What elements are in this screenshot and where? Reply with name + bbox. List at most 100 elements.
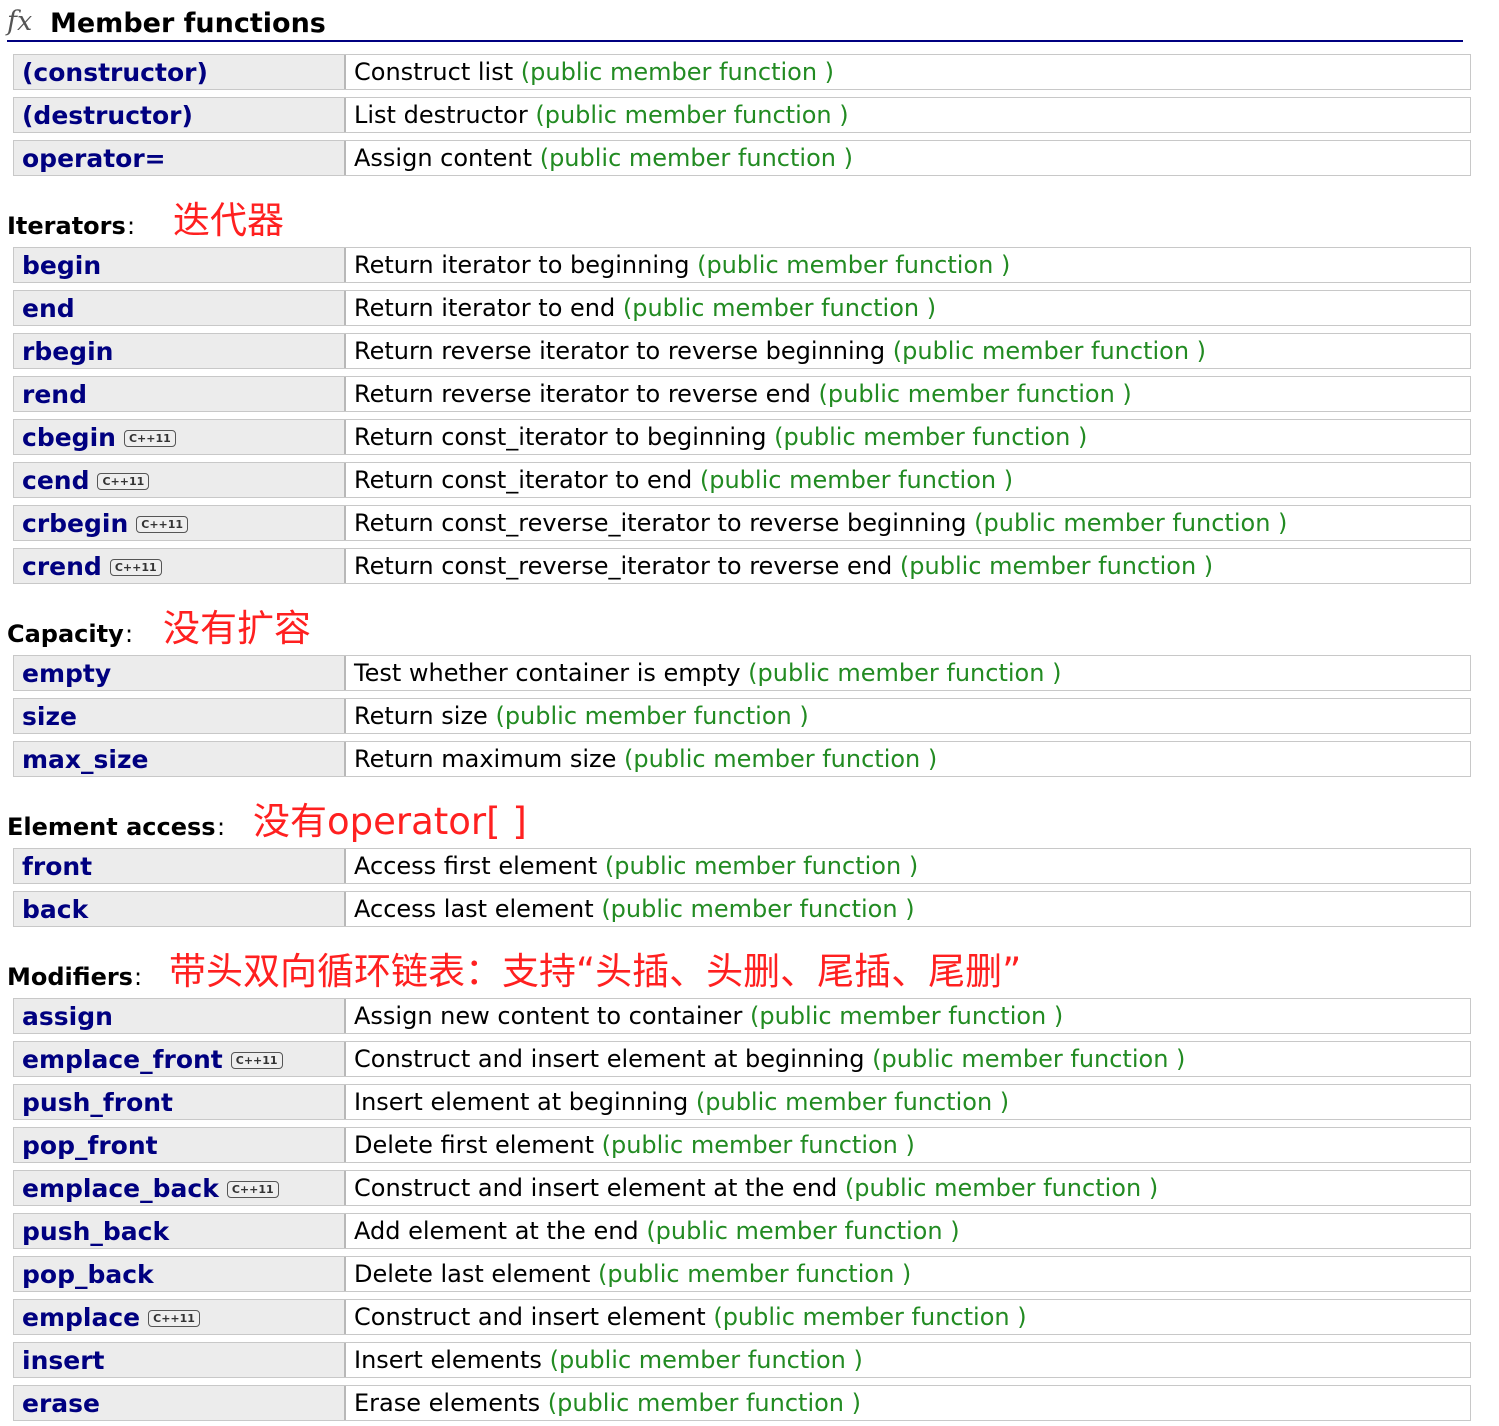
- description-text: Construct and insert element at beginnin…: [354, 1045, 865, 1073]
- table-row: emplace_front C++11 Construct and insert e…: [13, 1041, 1471, 1077]
- table-row: end Return iterator to end (public member…: [13, 290, 1471, 326]
- function-name: emplace_front: [22, 1045, 223, 1074]
- cpp11-badge-icon: C++11: [136, 516, 189, 533]
- function-description: Insert element at beginning (public memb…: [354, 1085, 1009, 1117]
- function-description: Access first element (public member func…: [354, 849, 918, 881]
- function-name-link[interactable]: insert: [14, 1343, 346, 1377]
- description-text: Return const_reverse_iterator to reverse…: [354, 509, 967, 537]
- function-description: Construct and insert element (public mem…: [354, 1300, 1027, 1332]
- section-label: Iterators: [7, 212, 126, 240]
- function-name: crend: [22, 552, 102, 581]
- function-name: crbegin: [22, 509, 129, 538]
- member-kind-label: (public member function ): [622, 294, 937, 322]
- page-title: Member functions: [50, 8, 326, 39]
- member-kind-label: (public member function ): [624, 745, 938, 773]
- member-kind-label: (public member function ): [750, 1002, 1064, 1030]
- function-name-link[interactable]: front: [14, 849, 346, 883]
- table-row: max_size Return maximum size (public memb…: [13, 741, 1471, 777]
- function-name-link[interactable]: push_front: [14, 1085, 346, 1119]
- function-name-link[interactable]: begin: [14, 248, 346, 282]
- function-description: Assign content (public member function ): [354, 141, 853, 173]
- function-name-link[interactable]: end: [14, 291, 346, 325]
- function-name: size: [22, 702, 77, 731]
- function-name-link[interactable]: pop_back: [14, 1257, 346, 1291]
- member-kind-label: (public member function ): [713, 1303, 1027, 1331]
- function-name-link[interactable]: back: [14, 892, 346, 926]
- function-name-link[interactable]: rend: [14, 377, 346, 411]
- function-name-link[interactable]: cend C++11: [14, 463, 346, 497]
- cpp11-badge-icon: C++11: [148, 1310, 200, 1327]
- function-description: Erase elements (public member function ): [354, 1386, 861, 1418]
- description-text: Return reverse iterator to reverse begin…: [354, 337, 886, 365]
- member-kind-label: (public member function ): [774, 423, 1088, 451]
- section-annotation: 迭代器: [173, 199, 284, 242]
- function-name-link[interactable]: emplace C++11: [14, 1300, 346, 1334]
- function-name-link[interactable]: cbegin C++11: [14, 420, 346, 454]
- section-label-colon: :: [125, 620, 134, 648]
- function-name: operator=: [22, 144, 166, 173]
- function-name-link[interactable]: max_size: [14, 742, 346, 776]
- function-name: end: [22, 294, 75, 323]
- cpp11-badge-icon: C++11: [109, 559, 162, 576]
- description-text: Access first element: [354, 852, 598, 880]
- function-name-link[interactable]: (destructor): [14, 98, 346, 132]
- description-text: Insert element at beginning: [354, 1088, 689, 1116]
- member-kind-label: (public member function ): [872, 1045, 1186, 1073]
- function-description: Access last element (public member funct…: [354, 892, 915, 924]
- function-name-link[interactable]: rbegin: [14, 334, 346, 368]
- member-kind-label: (public member function ): [844, 1174, 1159, 1202]
- description-text: List destructor: [354, 101, 528, 129]
- function-name: emplace_back: [22, 1174, 219, 1203]
- description-text: Delete last element: [354, 1260, 591, 1288]
- description-text: Construct list: [354, 58, 514, 86]
- section-heading: Capacity: 没有扩容: [7, 607, 1467, 650]
- function-description: List destructor (public member function …: [354, 98, 849, 130]
- function-description: Return maximum size (public member funct…: [354, 742, 937, 774]
- function-name-link[interactable]: push_back: [14, 1214, 346, 1248]
- table-row: emplace C++11 Construct and insert element…: [13, 1299, 1471, 1335]
- section-heading: Iterators: 迭代器: [7, 199, 1467, 242]
- function-description: Return iterator to end (public member fu…: [354, 291, 936, 323]
- section-annotation: 带头双向循环链表：支持“头插、头删、尾插、尾删”: [169, 950, 1022, 993]
- function-name-link[interactable]: crend C++11: [14, 549, 346, 583]
- function-name-link[interactable]: erase: [14, 1386, 346, 1420]
- function-description: Return reverse iterator to reverse end (…: [354, 377, 1132, 409]
- member-kind-label: (public member function ): [892, 337, 1207, 365]
- function-name: pop_back: [22, 1260, 154, 1289]
- table-row: pop_back Delete last element (public memb…: [13, 1256, 1471, 1292]
- function-name-link[interactable]: emplace_back C++11: [14, 1171, 346, 1205]
- member-kind-label: (public member function ): [601, 1131, 915, 1159]
- function-name: (destructor): [22, 101, 193, 130]
- section-label: Modifiers: [7, 963, 133, 991]
- member-kind-label: (public member function ): [899, 552, 1214, 580]
- function-description: Insert elements (public member function …: [354, 1343, 863, 1375]
- function-name: push_back: [22, 1217, 170, 1246]
- cpp11-badge-icon: C++11: [230, 1052, 283, 1069]
- function-description: Return const_iterator to end (public mem…: [354, 463, 1013, 495]
- description-text: Insert elements: [354, 1346, 542, 1374]
- function-description: Return iterator to beginning (public mem…: [354, 248, 1010, 280]
- function-name-link[interactable]: operator=: [14, 141, 346, 175]
- function-name-link[interactable]: pop_front: [14, 1128, 346, 1162]
- table-row: (destructor) List destructor (public memb…: [13, 97, 1471, 133]
- function-name-link[interactable]: assign: [14, 999, 346, 1033]
- function-description: Delete first element (public member func…: [354, 1128, 915, 1160]
- function-description: Construct and insert element at beginnin…: [354, 1042, 1185, 1074]
- table-row: empty Test whether container is empty (pu…: [13, 655, 1471, 691]
- function-description: Return size (public member function ): [354, 699, 809, 731]
- description-text: Construct and insert element at the end: [354, 1174, 838, 1202]
- description-text: Delete first element: [354, 1131, 594, 1159]
- function-name-link[interactable]: emplace_front C++11: [14, 1042, 346, 1076]
- description-text: Assign new content to container: [354, 1002, 743, 1030]
- function-name-link[interactable]: (constructor): [14, 55, 346, 89]
- description-text: Add element at the end: [354, 1217, 639, 1245]
- cpp11-badge-icon: C++11: [226, 1181, 279, 1198]
- function-name-link[interactable]: size: [14, 699, 346, 733]
- function-name: back: [22, 895, 89, 924]
- section-label: Capacity: [7, 620, 124, 648]
- table-row: (constructor) Construct list (public memb…: [13, 54, 1471, 90]
- function-name: rbegin: [22, 337, 114, 366]
- function-name-link[interactable]: empty: [14, 656, 346, 690]
- function-name-link[interactable]: crbegin C++11: [14, 506, 346, 540]
- description-text: Access last element: [354, 895, 594, 923]
